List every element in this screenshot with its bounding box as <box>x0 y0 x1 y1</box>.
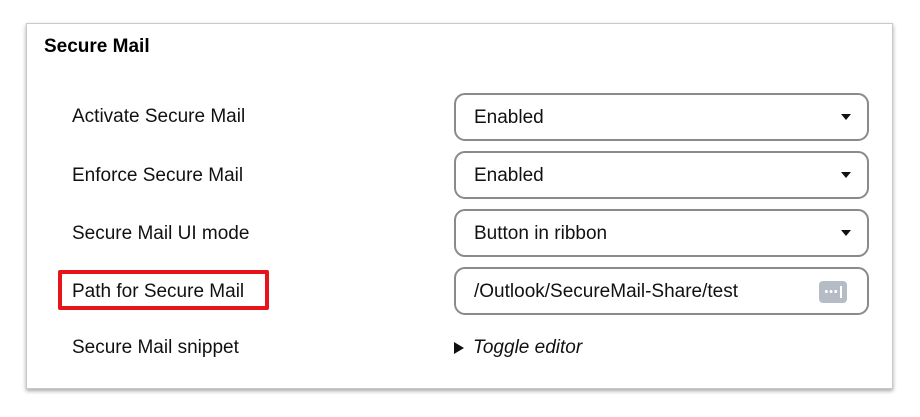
enforce-secure-mail-label: Enforce Secure Mail <box>72 165 244 186</box>
activate-secure-mail-select[interactable]: Enabled <box>454 93 869 141</box>
dots-icon <box>824 290 838 293</box>
chevron-down-icon <box>841 230 851 236</box>
triangle-right-icon <box>454 342 464 354</box>
path-for-secure-mail-value: /Outlook/SecureMail-Share/test <box>474 281 739 302</box>
enforce-secure-mail-select[interactable]: Enabled <box>454 151 869 199</box>
chevron-down-icon <box>841 114 851 120</box>
chevron-down-icon <box>841 172 851 178</box>
secure-mail-ui-mode-label: Secure Mail UI mode <box>72 223 250 244</box>
section-title: Secure Mail <box>44 36 150 57</box>
toggle-editor-link[interactable]: Toggle editor <box>454 337 582 359</box>
secure-mail-ui-mode-select[interactable]: Button in ribbon <box>454 209 869 257</box>
more-icon[interactable] <box>819 281 847 303</box>
activate-secure-mail-label: Activate Secure Mail <box>72 106 246 127</box>
secure-mail-ui-mode-value: Button in ribbon <box>474 223 608 244</box>
secure-mail-snippet-label: Secure Mail snippet <box>72 337 239 358</box>
enforce-secure-mail-value: Enabled <box>474 165 544 186</box>
path-for-secure-mail-label: Path for Secure Mail <box>72 281 245 302</box>
secure-mail-panel: Secure Mail Activate Secure Mail Enabled… <box>26 23 893 389</box>
path-for-secure-mail-field[interactable]: /Outlook/SecureMail-Share/test <box>454 267 869 315</box>
toggle-editor-label: Toggle editor <box>473 337 583 358</box>
bar-icon <box>840 286 842 298</box>
activate-secure-mail-value: Enabled <box>474 107 544 128</box>
